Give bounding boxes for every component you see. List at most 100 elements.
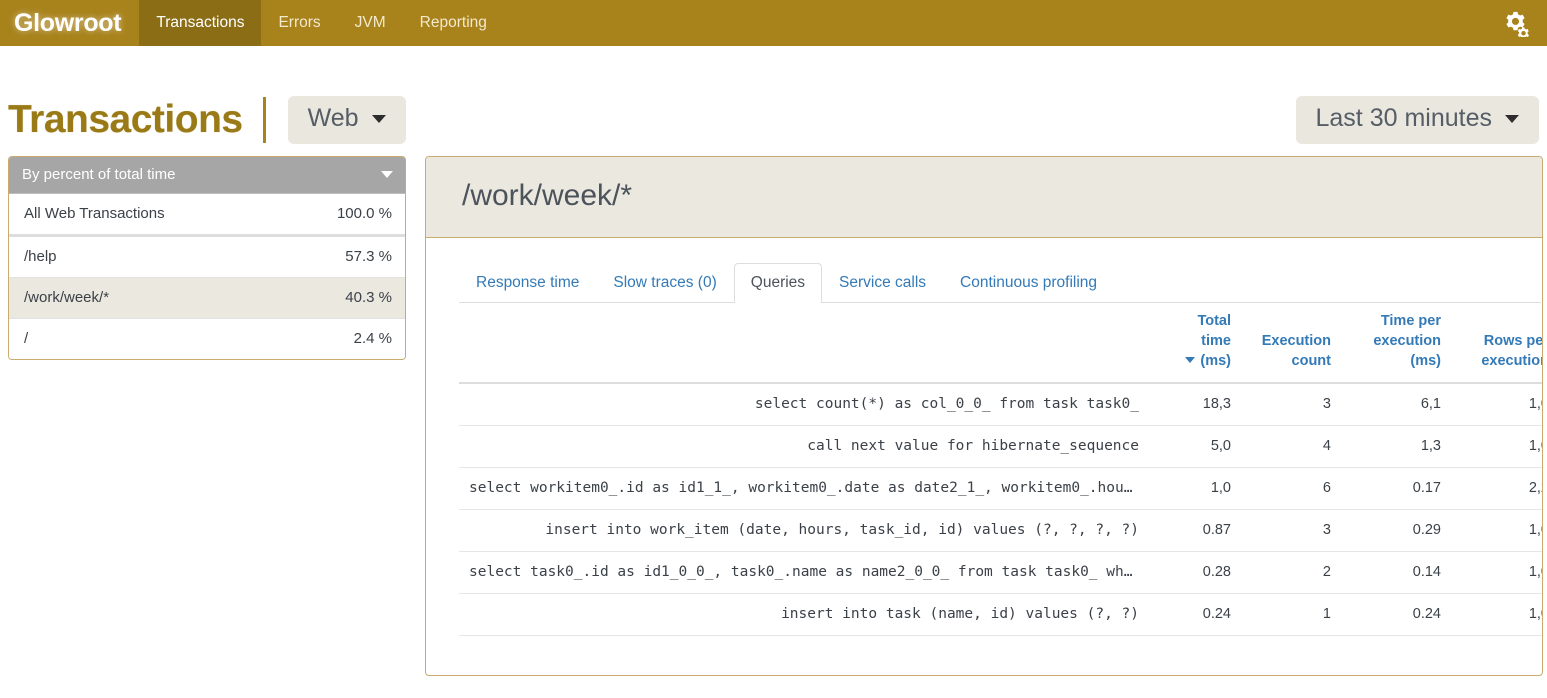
sidebar-sort-dropdown[interactable]: By percent of total time — [9, 157, 405, 194]
col-line-1: Time per — [1381, 313, 1441, 329]
sidebar-item-label: All Web Transactions — [24, 205, 165, 222]
transaction-type-label: Web — [308, 105, 359, 133]
queries-table-head: Total time (ms) Execution count Time per… — [459, 303, 1543, 383]
sidebar-item-all-web-transactions[interactable]: All Web Transactions 100.0 % — [9, 194, 405, 237]
total-time-value: 0.87 — [1149, 510, 1241, 552]
chevron-down-icon — [1505, 115, 1519, 123]
queries-table-wrap: Total time (ms) Execution count Time per… — [426, 303, 1542, 636]
col-line-1: Rows per — [1484, 333, 1543, 349]
sidebar-item-label: / — [24, 330, 28, 347]
top-navbar: Glowroot Transactions Errors JVM Reporti… — [0, 0, 1547, 46]
table-row[interactable]: select task0_.id as id1_0_0_, task0_.nam… — [459, 552, 1543, 594]
tab-continuous-profiling[interactable]: Continuous profiling — [943, 263, 1114, 303]
col-line-2: count — [1292, 353, 1331, 369]
sidebar-sort-label: By percent of total time — [22, 166, 175, 183]
time-per-execution-value: 0.14 — [1341, 552, 1451, 594]
execution-count-value: 3 — [1241, 510, 1341, 552]
execution-count-value: 4 — [1241, 426, 1341, 468]
sidebar-item-percent: 40.3 % — [331, 289, 392, 306]
execution-count-value: 2 — [1241, 552, 1341, 594]
title-divider — [263, 97, 266, 143]
rows-per-execution-value: 1,0 — [1451, 594, 1543, 636]
time-per-execution-value: 6,1 — [1341, 383, 1451, 426]
detail-tabs: Response time Slow traces (0) Queries Se… — [459, 263, 1541, 303]
table-row[interactable]: select workitem0_.id as id1_1_, workitem… — [459, 468, 1543, 510]
table-row[interactable]: insert into task (name, id) values (?, ?… — [459, 594, 1543, 636]
transaction-detail-panel: /work/week/* Response time Slow traces (… — [425, 156, 1543, 676]
panel-title: /work/week/* — [462, 181, 1542, 211]
col-line-1: Total — [1197, 313, 1231, 329]
chevron-down-icon — [372, 115, 386, 123]
column-header-query — [459, 303, 1149, 383]
tab-queries[interactable]: Queries — [734, 263, 822, 303]
sidebar-item-percent: 100.0 % — [323, 205, 392, 222]
time-per-execution-value: 0.17 — [1341, 468, 1451, 510]
query-text[interactable]: select task0_.id as id1_0_0_, task0_.nam… — [459, 552, 1149, 594]
transaction-type-dropdown[interactable]: Web — [288, 96, 406, 144]
tabs-wrap: Response time Slow traces (0) Queries Se… — [426, 238, 1542, 303]
rows-per-execution-value: 1,0 — [1451, 510, 1543, 552]
sidebar-item-label: /help — [24, 248, 57, 265]
time-range-dropdown[interactable]: Last 30 minutes — [1296, 96, 1540, 144]
execution-count-value: 1 — [1241, 594, 1341, 636]
glowroot-logo[interactable]: Glowroot — [0, 0, 139, 46]
query-text[interactable]: call next value for hibernate_sequence — [459, 426, 1149, 468]
navbar-right — [1502, 0, 1547, 46]
table-row[interactable]: select count(*) as col_0_0_ from task ta… — [459, 383, 1543, 426]
table-row[interactable]: insert into work_item (date, hours, task… — [459, 510, 1543, 552]
panel-header: /work/week/* — [426, 157, 1542, 238]
total-time-value: 18,3 — [1149, 383, 1241, 426]
col-line-2: execution — [1481, 353, 1543, 369]
sidebar-item-percent: 2.4 % — [340, 330, 392, 347]
query-text[interactable]: select workitem0_.id as id1_1_, workitem… — [459, 468, 1149, 510]
gear-icon[interactable] — [1502, 10, 1529, 37]
query-text[interactable]: select count(*) as col_0_0_ from task ta… — [459, 383, 1149, 426]
col-line-2: time — [1201, 333, 1231, 349]
time-per-execution-value: 0.29 — [1341, 510, 1451, 552]
total-time-value: 1,0 — [1149, 468, 1241, 510]
rows-per-execution-value: 1,0 — [1451, 426, 1543, 468]
rows-per-execution-value: 1,0 — [1451, 383, 1543, 426]
table-row[interactable]: call next value for hibernate_sequence 5… — [459, 426, 1543, 468]
sidebar-item-help[interactable]: /help 57.3 % — [9, 237, 405, 277]
sidebar-item-root[interactable]: / 2.4 % — [9, 318, 405, 359]
nav-link-reporting[interactable]: Reporting — [403, 0, 504, 46]
tab-slow-traces[interactable]: Slow traces (0) — [596, 263, 733, 303]
nav-link-jvm[interactable]: JVM — [338, 0, 403, 46]
total-time-value: 0.24 — [1149, 594, 1241, 636]
queries-table-body: select count(*) as col_0_0_ from task ta… — [459, 383, 1543, 636]
col-line-3: (ms) — [1200, 353, 1231, 369]
page-header: Transactions Web Last 30 minutes — [0, 46, 1547, 156]
column-header-execution-count[interactable]: Execution count — [1241, 303, 1341, 383]
time-range-wrap: Last 30 minutes — [1296, 96, 1547, 144]
total-time-value: 5,0 — [1149, 426, 1241, 468]
total-time-value: 0.28 — [1149, 552, 1241, 594]
page-title: Transactions — [0, 98, 243, 142]
execution-count-value: 6 — [1241, 468, 1341, 510]
transactions-sidebar: By percent of total time All Web Transac… — [8, 156, 406, 360]
chevron-down-icon — [381, 171, 393, 178]
tab-service-calls[interactable]: Service calls — [822, 263, 943, 303]
sidebar-item-work-week[interactable]: /work/week/* 40.3 % — [9, 277, 405, 318]
column-header-rows-per-execution[interactable]: Rows per execution — [1451, 303, 1543, 383]
column-header-time-per-execution[interactable]: Time per execution (ms) — [1341, 303, 1451, 383]
rows-per-execution-value: 2,2 — [1451, 468, 1543, 510]
nav-link-errors[interactable]: Errors — [261, 0, 337, 46]
content-area: By percent of total time All Web Transac… — [0, 156, 1547, 676]
column-header-total-time[interactable]: Total time (ms) — [1149, 303, 1241, 383]
sidebar-item-label: /work/week/* — [24, 289, 109, 306]
queries-table: Total time (ms) Execution count Time per… — [459, 303, 1543, 636]
query-text[interactable]: insert into work_item (date, hours, task… — [459, 510, 1149, 552]
rows-per-execution-value: 1,0 — [1451, 552, 1543, 594]
time-per-execution-value: 0.24 — [1341, 594, 1451, 636]
table-header-row: Total time (ms) Execution count Time per… — [459, 303, 1543, 383]
nav-link-transactions[interactable]: Transactions — [139, 0, 261, 46]
col-line-2: execution — [1373, 333, 1441, 349]
tab-response-time[interactable]: Response time — [459, 263, 596, 303]
query-text[interactable]: insert into task (name, id) values (?, ?… — [459, 594, 1149, 636]
time-per-execution-value: 1,3 — [1341, 426, 1451, 468]
sort-descending-icon — [1185, 357, 1195, 363]
sidebar-item-percent: 57.3 % — [331, 248, 392, 265]
time-range-label: Last 30 minutes — [1316, 105, 1493, 133]
nav-links: Transactions Errors JVM Reporting — [139, 0, 504, 46]
